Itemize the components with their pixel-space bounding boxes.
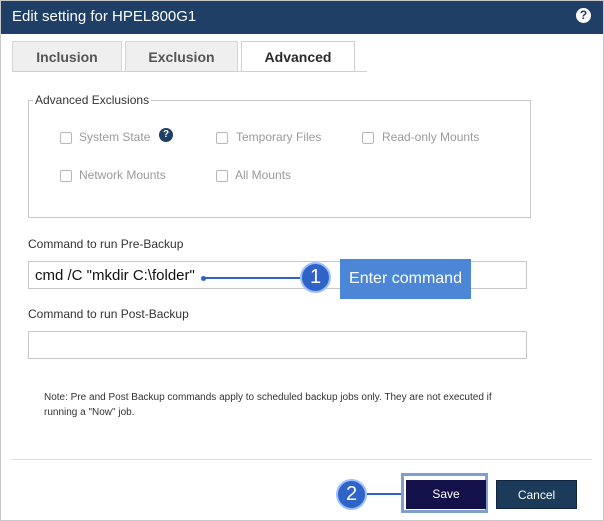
advanced-exclusions-legend: Advanced Exclusions bbox=[35, 93, 150, 107]
tab-exclusion[interactable]: Exclusion bbox=[125, 41, 238, 71]
read-only-mounts-checkbox[interactable] bbox=[362, 132, 374, 144]
save-button[interactable]: Save bbox=[406, 480, 486, 509]
callout-1-badge: 1 bbox=[300, 262, 331, 293]
temporary-files-label: Temporary Files bbox=[236, 130, 322, 144]
all-mounts-checkbox[interactable] bbox=[216, 170, 228, 182]
advanced-exclusions-group: Advanced Exclusions bbox=[28, 93, 531, 218]
pre-backup-label: Command to run Pre-Backup bbox=[28, 237, 184, 251]
tab-inclusion[interactable]: Inclusion bbox=[12, 41, 122, 71]
backup-commands-note: Note: Pre and Post Backup commands apply… bbox=[44, 392, 492, 418]
read-only-mounts-label: Read-only Mounts bbox=[382, 130, 480, 144]
system-state-help-icon[interactable]: ? bbox=[159, 128, 173, 142]
dialog-title: Edit setting for HPEL800G1 bbox=[12, 8, 197, 25]
footer-divider bbox=[12, 459, 592, 460]
tab-advanced[interactable]: Advanced bbox=[241, 41, 355, 72]
dialog-titlebar: Edit setting for HPEL800G1 ? bbox=[1, 1, 603, 34]
network-mounts-label: Network Mounts bbox=[79, 168, 166, 182]
callout-1-connector bbox=[204, 277, 301, 279]
network-mounts-checkbox[interactable] bbox=[60, 170, 72, 182]
callout-1-text: Enter command bbox=[340, 259, 471, 299]
callout-2-connector bbox=[367, 493, 401, 495]
help-icon[interactable]: ? bbox=[576, 8, 591, 23]
system-state-checkbox[interactable] bbox=[60, 132, 72, 144]
all-mounts-label: All Mounts bbox=[235, 168, 292, 182]
callout-2-badge: 2 bbox=[336, 479, 367, 510]
post-backup-input[interactable] bbox=[28, 331, 527, 359]
cancel-button[interactable]: Cancel bbox=[496, 480, 577, 509]
system-state-label: System State bbox=[79, 130, 151, 144]
post-backup-label: Command to run Post-Backup bbox=[28, 307, 189, 321]
temporary-files-checkbox[interactable] bbox=[216, 132, 228, 144]
tab-divider bbox=[12, 71, 367, 72]
edit-setting-dialog: Edit setting for HPEL800G1 ? Inclusion E… bbox=[0, 0, 604, 521]
